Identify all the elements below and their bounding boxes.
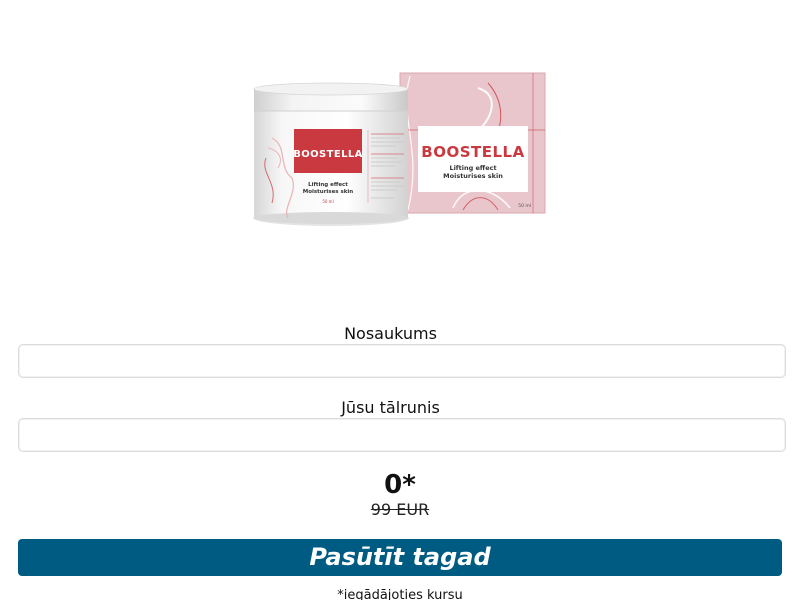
box-brand-text: BOOSTELLA (421, 143, 524, 161)
box-tagline-1: Lifting effect (449, 164, 496, 172)
old-price: 99 EUR (370, 500, 430, 519)
name-label: Nosaukums (344, 324, 437, 343)
new-price: 0* (384, 470, 416, 500)
product-box: BOOSTELLA Lifting effect Moisturises ski… (399, 72, 546, 214)
order-form-page: BOOSTELLA Lifting effect Moisturises ski… (0, 0, 800, 600)
name-input[interactable] (18, 344, 786, 378)
price-footnote: *iegādājoties kursu (337, 588, 463, 600)
box-tagline-2: Moisturises skin (443, 172, 503, 180)
phone-label: Jūsu tālrunis (341, 398, 440, 417)
jar-volume: 50 ml (322, 199, 333, 204)
phone-input[interactable] (18, 418, 786, 452)
product-jar: BOOSTELLA Lifting effect Moisturises ski… (253, 82, 409, 226)
jar-tagline-1: Lifting effect (308, 182, 348, 188)
product-image: BOOSTELLA Lifting effect Moisturises ski… (253, 72, 546, 226)
order-now-button[interactable]: Pasūtīt tagad (18, 539, 782, 576)
jar-tagline-2: Moisturises skin (303, 189, 354, 195)
box-volume: 50 ml (518, 203, 531, 209)
jar-brand-text: BOOSTELLA (293, 149, 363, 160)
